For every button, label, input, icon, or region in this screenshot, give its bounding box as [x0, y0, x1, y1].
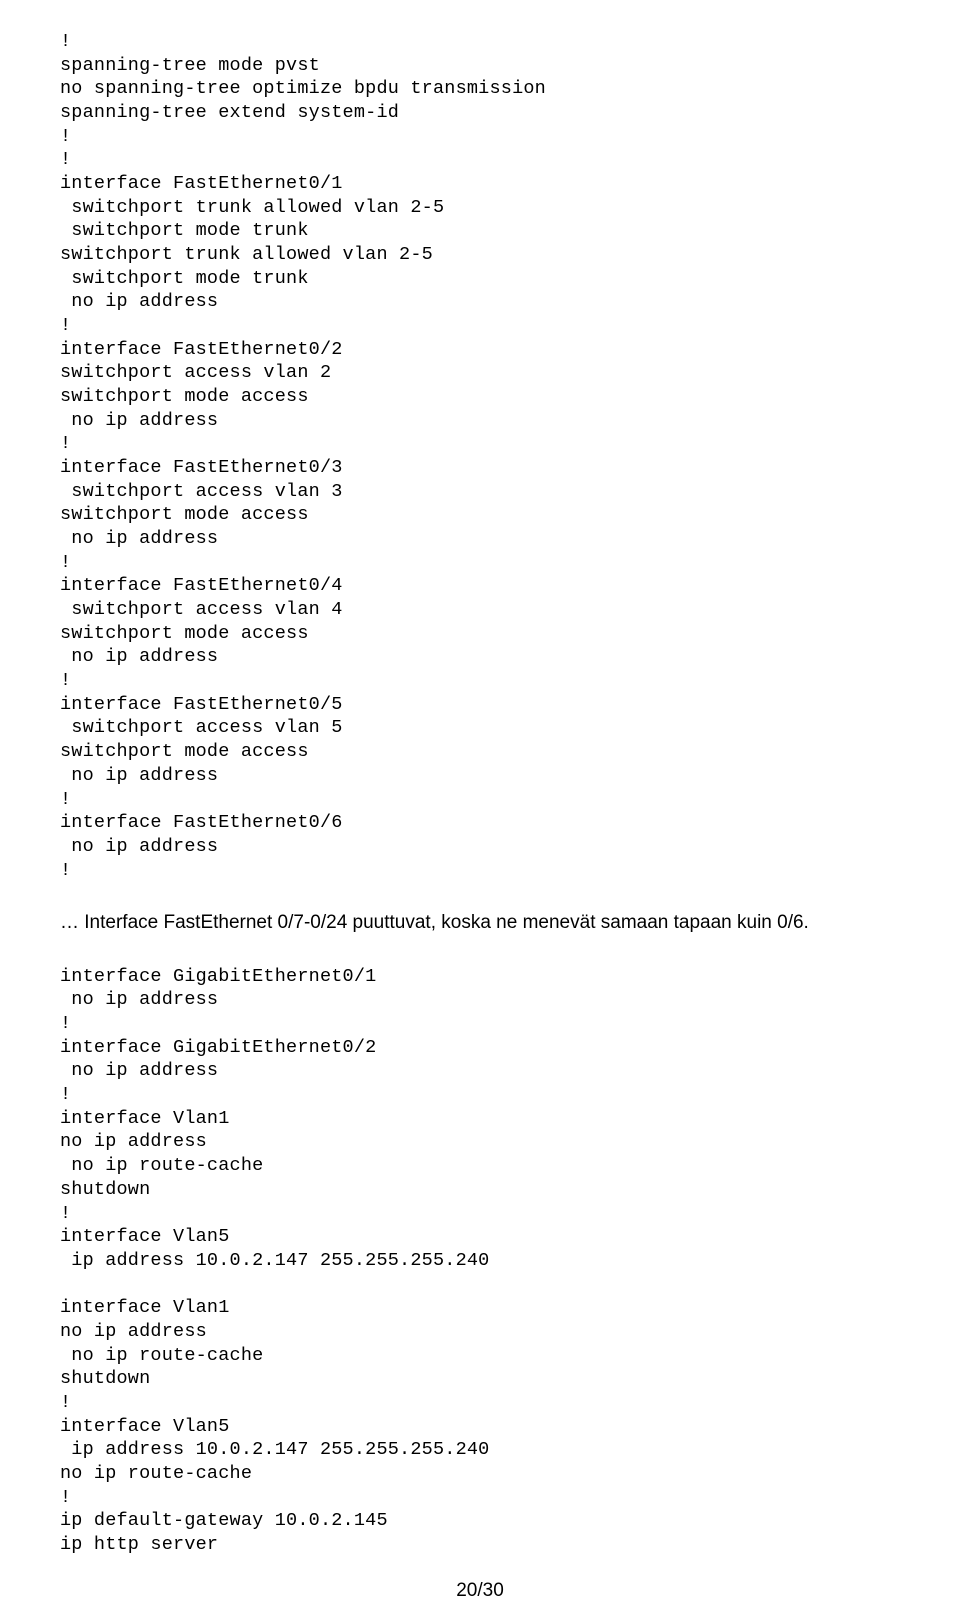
- page-number: 20/30: [0, 1580, 960, 1602]
- document-page: ! spanning-tree mode pvst no spanning-tr…: [0, 0, 960, 1620]
- config-block-bottom: interface GigabitEthernet0/1 no ip addre…: [60, 965, 900, 1557]
- config-block-top: ! spanning-tree mode pvst no spanning-tr…: [60, 30, 900, 882]
- explanatory-note: … Interface FastEthernet 0/7-0/24 puuttu…: [60, 910, 900, 937]
